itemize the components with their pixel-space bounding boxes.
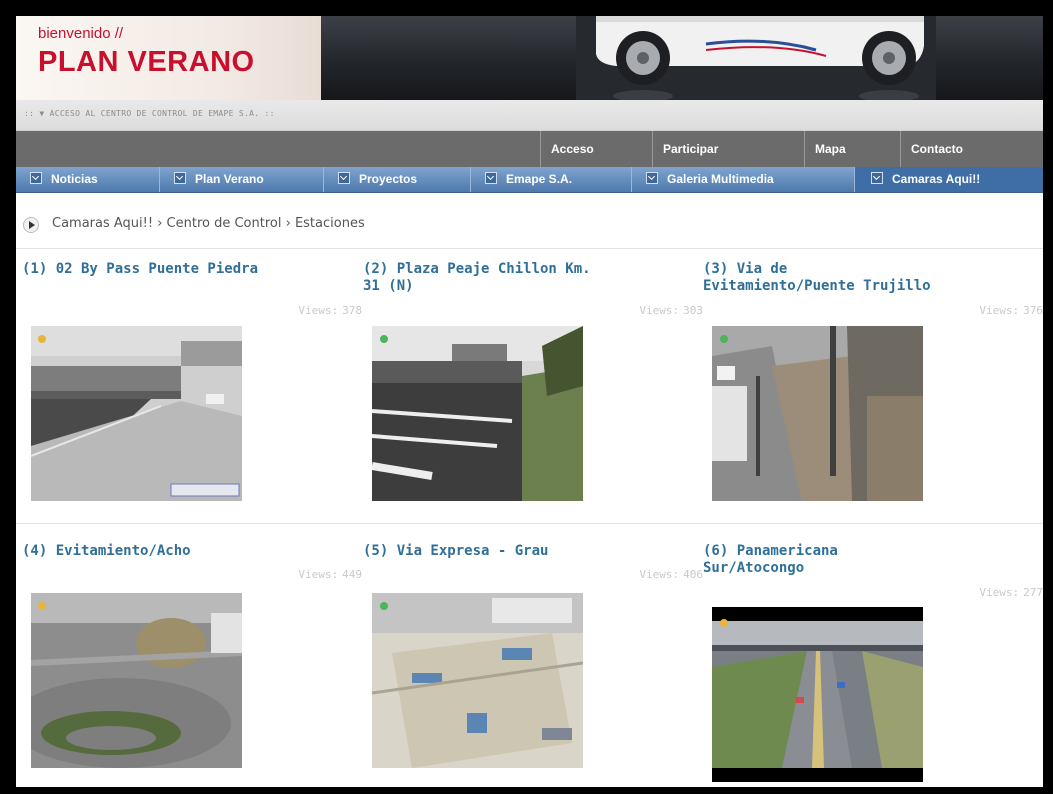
camera-title[interactable]: (1) 02 By Pass Puente Piedra — [22, 261, 262, 278]
main-nav-label: Noticias — [51, 172, 98, 186]
views-count: 303 — [683, 304, 703, 317]
top-nav-participar[interactable]: Participar — [652, 131, 804, 167]
arrow-down-icon — [646, 172, 658, 184]
brand-box[interactable]: bienvenido // PLAN VERANO — [16, 16, 321, 100]
brand-title: PLAN VERANO — [38, 46, 255, 78]
arrow-down-icon — [871, 172, 883, 184]
camera-image[interactable] — [712, 326, 923, 501]
arrow-down-icon — [338, 172, 350, 184]
main-nav-emape[interactable]: Emape S.A. — [470, 167, 631, 192]
row-divider — [16, 523, 1043, 524]
views-label: Views: — [639, 568, 680, 581]
camera-views: Views: 303 — [639, 304, 703, 317]
main-nav-label: Camaras Aqui!! — [892, 172, 981, 186]
main-nav-label: Plan Verano — [195, 172, 264, 186]
camera-image[interactable] — [372, 326, 583, 501]
top-nav-contacto[interactable]: Contacto — [900, 131, 1043, 167]
camera-views: Views: 449 — [298, 568, 362, 581]
page: bienvenido // PLAN VERANO :: ▼ ACCESO AL… — [16, 16, 1043, 787]
tagline: :: ▼ ACCESO AL CENTRO DE CONTROL DE EMAP… — [24, 109, 275, 118]
views-count: 277 — [1023, 586, 1043, 599]
camera-views: Views: 376 — [979, 304, 1043, 317]
camera-title[interactable]: (5) Via Expresa - Grau — [363, 543, 603, 560]
main-nav-label: Galeria Multimedia — [667, 172, 774, 186]
camera-image[interactable] — [31, 326, 242, 501]
camera-image[interactable] — [31, 593, 242, 768]
tagline-bar: :: ▼ ACCESO AL CENTRO DE CONTROL DE EMAP… — [16, 100, 1043, 131]
views-count: 406 — [683, 568, 703, 581]
car-photo — [576, 16, 936, 100]
main-nav-plan-verano[interactable]: Plan Verano — [159, 167, 323, 192]
main-nav-galeria[interactable]: Galeria Multimedia — [631, 167, 854, 192]
camera-views: Views: 378 — [298, 304, 362, 317]
camera-card: (1) 02 By Pass Puente Piedra Views: 378 — [22, 261, 362, 511]
main-nav-label: Emape S.A. — [506, 172, 573, 186]
views-label: Views: — [979, 586, 1020, 599]
views-count: 378 — [342, 304, 362, 317]
camera-card: (6) Panamericana Sur/Atocongo Views: 277 — [703, 543, 1043, 787]
views-count: 449 — [342, 568, 362, 581]
top-nav-acceso[interactable]: Acceso — [540, 131, 652, 167]
camera-title[interactable]: (3) Via de Evitamiento/Puente Trujillo — [703, 261, 943, 295]
header-banner: bienvenido // PLAN VERANO — [16, 16, 1043, 100]
views-label: Views: — [639, 304, 680, 317]
arrow-down-icon — [30, 172, 42, 184]
play-icon — [23, 217, 39, 233]
welcome-text: bienvenido // — [38, 25, 124, 42]
camera-title[interactable]: (6) Panamericana Sur/Atocongo — [703, 543, 943, 577]
arrow-down-icon — [174, 172, 186, 184]
main-nav: Noticias Plan Verano Proyectos Emape S.A… — [16, 167, 1043, 193]
camera-card: (4) Evitamiento/Acho Views: 449 — [22, 543, 362, 787]
main-nav-label: Proyectos — [359, 172, 418, 186]
top-nav: Acceso Participar Mapa Contacto — [16, 131, 1043, 167]
views-count: 376 — [1023, 304, 1043, 317]
breadcrumb-row: Camaras Aqui!! › Centro de Control › Est… — [16, 192, 1043, 249]
camera-image[interactable] — [712, 607, 923, 782]
views-label: Views: — [298, 304, 339, 317]
camera-title[interactable]: (4) Evitamiento/Acho — [22, 543, 262, 560]
camera-card: (5) Via Expresa - Grau Views: 406 — [363, 543, 703, 787]
main-nav-proyectos[interactable]: Proyectos — [323, 167, 470, 192]
camera-image[interactable] — [372, 593, 583, 768]
camera-title[interactable]: (2) Plaza Peaje Chillon Km. 31 (N) — [363, 261, 603, 295]
arrow-down-icon — [485, 172, 497, 184]
views-label: Views: — [298, 568, 339, 581]
camera-views: Views: 406 — [639, 568, 703, 581]
camera-card: (2) Plaza Peaje Chillon Km. 31 (N) Views… — [363, 261, 703, 511]
breadcrumb[interactable]: Camaras Aqui!! › Centro de Control › Est… — [52, 216, 365, 231]
main-nav-camaras[interactable]: Camaras Aqui!! — [854, 167, 1043, 192]
camera-card: (3) Via de Evitamiento/Puente Trujillo V… — [703, 261, 1043, 511]
camera-views: Views: 277 — [979, 586, 1043, 599]
main-nav-noticias[interactable]: Noticias — [16, 167, 159, 192]
views-label: Views: — [979, 304, 1020, 317]
top-nav-mapa[interactable]: Mapa — [804, 131, 900, 167]
